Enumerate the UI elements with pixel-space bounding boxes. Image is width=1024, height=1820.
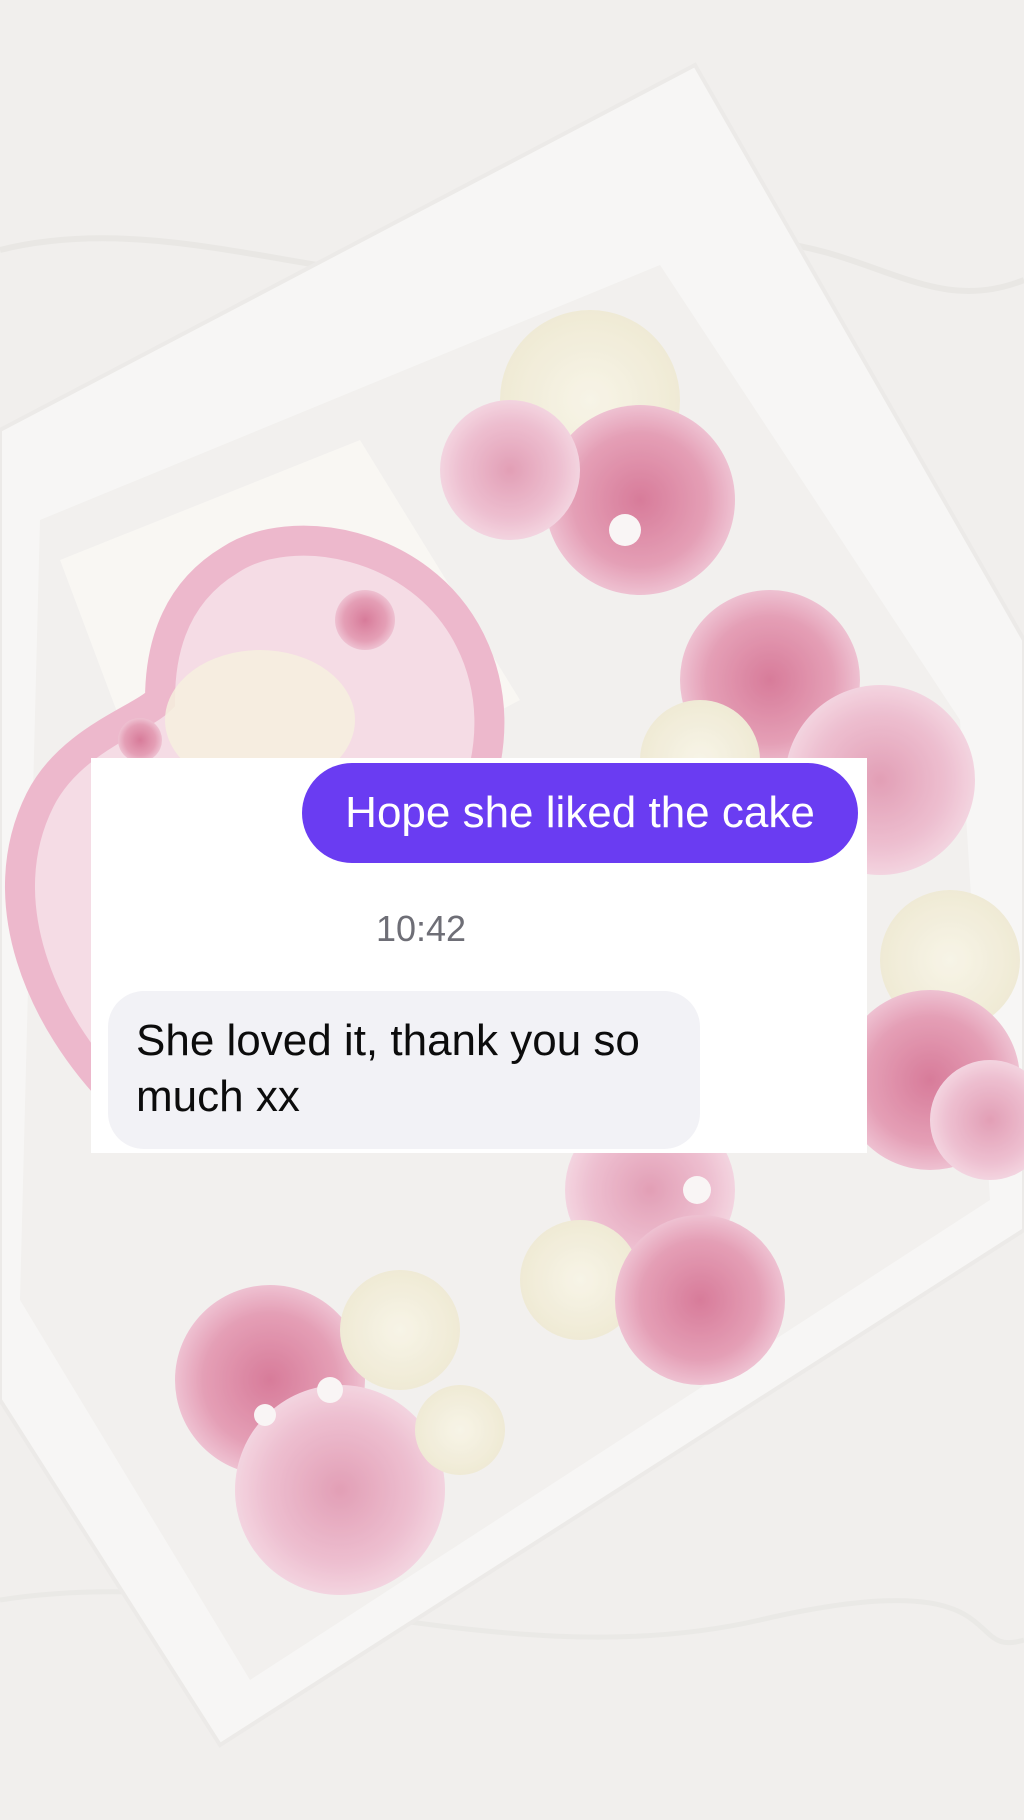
incoming-message-bubble[interactable]: She loved it, thank you so much xx — [108, 991, 700, 1149]
message-timestamp: 10:42 — [375, 908, 467, 949]
chat-card: Hope she liked the cake 10:42 She loved … — [91, 758, 867, 1153]
outgoing-message-bubble[interactable]: Hope she liked the cake — [302, 763, 858, 863]
